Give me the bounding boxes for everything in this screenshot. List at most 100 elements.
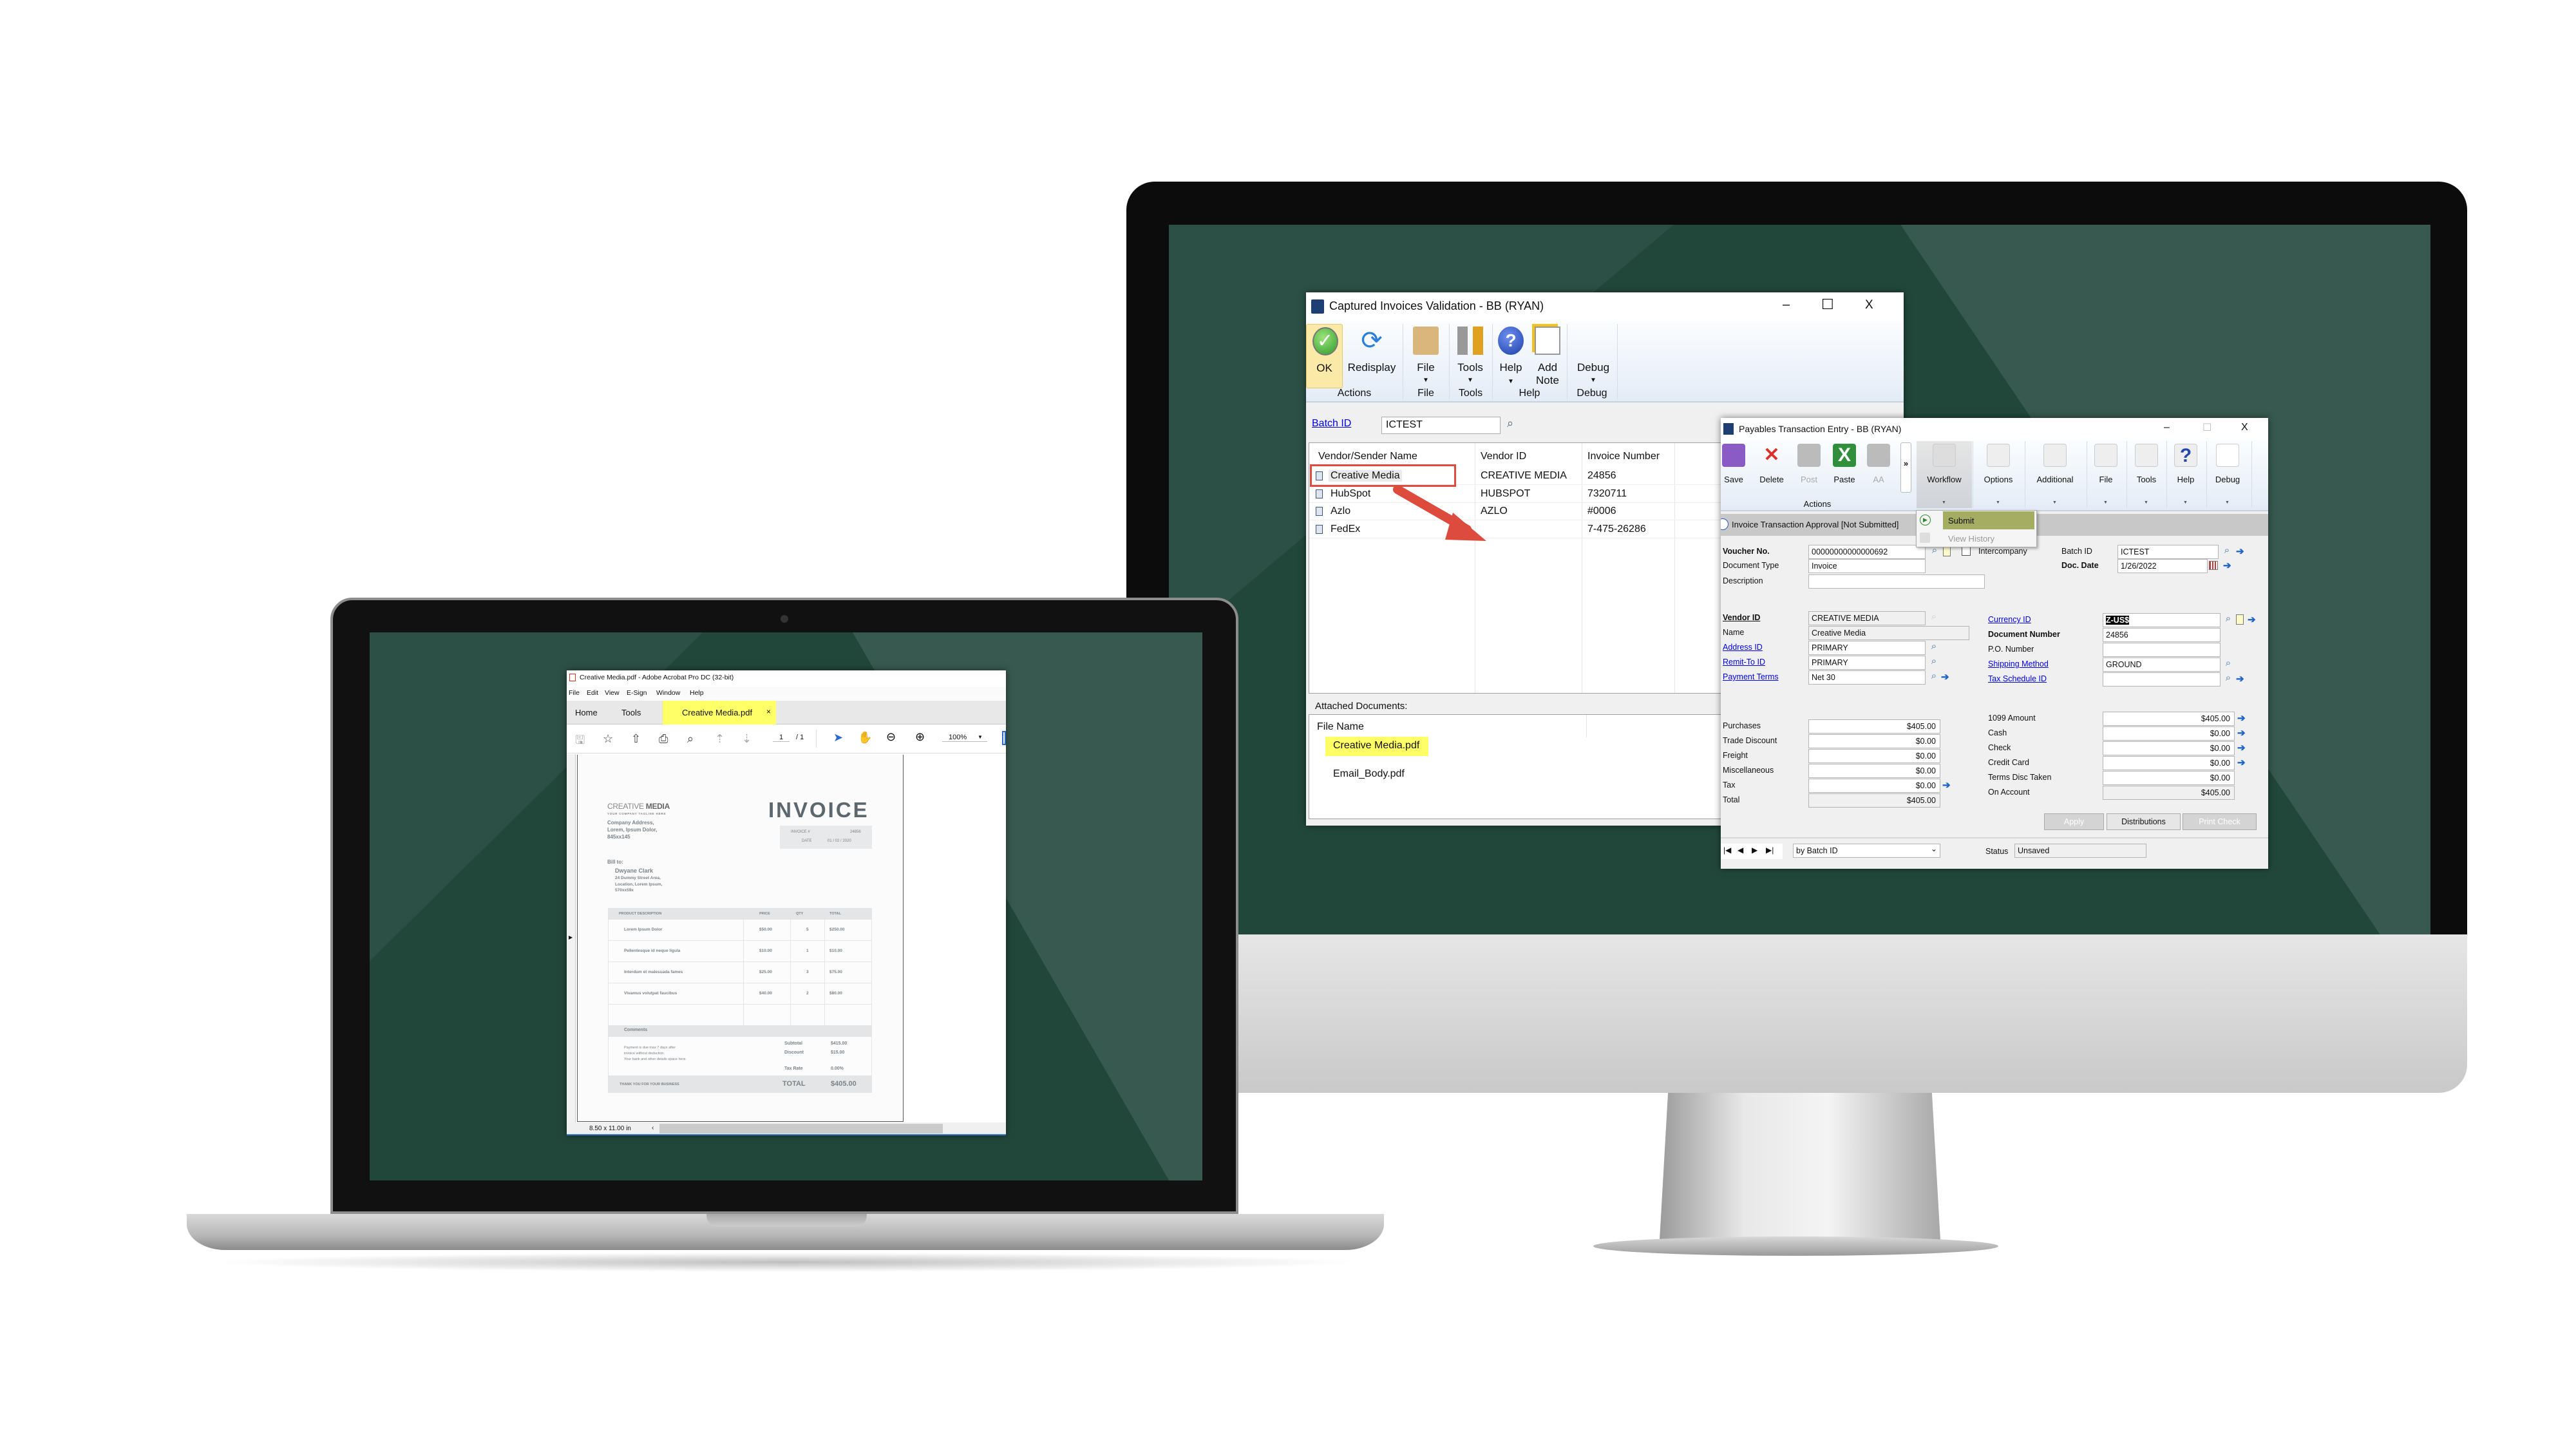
ribbon-button-ok[interactable]: ✓ OK [1306,324,1343,388]
vendor-field-remit-to-id[interactable]: PRIMARY [1808,656,1926,670]
approval-status-text[interactable]: Invoice Transaction Approval [Not Submit… [1732,520,1899,529]
amount-field[interactable]: $0.00 [2103,756,2235,770]
vendor-field-vendor-id[interactable]: CREATIVE MEDIA [1808,611,1926,625]
right-field-p-o-number[interactable] [2103,643,2221,657]
nav-button[interactable]: ▶| [1766,846,1774,855]
menu-item-view-history[interactable]: View History [1943,529,2034,547]
find-icon[interactable]: ⌕ [687,732,694,746]
ribbon-button-workflow[interactable]: Workflow ▼ [1917,441,1972,508]
grid-column-header[interactable]: Vendor/Sender Name [1318,451,1417,462]
arrow-right-icon[interactable]: ➔ [2237,727,2246,739]
ribbon-button-save[interactable]: Save [1721,441,1754,493]
minimize-button[interactable]: – [1783,298,1790,312]
arrow-right-icon[interactable]: ➔ [2236,673,2244,685]
ribbon-button-more[interactable]: » [1900,442,1911,493]
apply-button[interactable]: Apply [2044,813,2104,830]
hand-icon[interactable]: ✋ [858,731,872,744]
nav-button[interactable]: ◀ [1738,846,1743,855]
field-label[interactable]: Shipping Method [1988,659,2049,668]
ribbon-button-aa[interactable]: AA [1858,441,1899,493]
menu-window[interactable]: Window [656,689,680,697]
intercompany-checkbox[interactable] [1962,547,1971,556]
ribbon-button-debug[interactable]: Debug ▼ [2207,441,2248,508]
lookup-icon[interactable]: ⌕ [1927,641,1940,655]
arrow-right-icon[interactable]: ➔ [2248,614,2256,625]
right-field-document-number[interactable]: 24856 [2103,628,2221,642]
minimize-button[interactable]: – [2164,422,2170,433]
menu-item-submit[interactable]: Submit [1943,511,2034,529]
arrow-right-icon[interactable]: ➔ [2237,742,2246,753]
ribbon-button-redisplay[interactable]: ⟳ Redisplay [1346,324,1397,388]
page-down-icon[interactable]: ⇣ [742,732,752,746]
tab-home[interactable]: Home [575,701,601,724]
description-field[interactable] [1808,574,1985,589]
field-label[interactable]: Address ID [1723,643,1763,652]
close-button[interactable]: X [1865,298,1873,312]
batch-id-field[interactable]: ICTEST [2117,545,2219,559]
ribbon-button-tools[interactable]: Tools ▼ [2126,441,2167,508]
amount-field[interactable]: $0.00 [1808,779,1940,793]
ribbon-button-delete[interactable]: ✕ Delete [1751,441,1792,493]
amount-field[interactable]: $405.00 [1808,719,1940,734]
select-cursor-icon[interactable]: ➤ [833,731,843,744]
maximize-button[interactable]: ☐ [1821,296,1834,313]
grid-column-header[interactable]: Vendor ID [1481,451,1526,462]
menu-edit[interactable]: Edit [587,689,598,697]
amount-field[interactable]: $0.00 [2103,726,2235,741]
menu-help[interactable]: Help [690,689,704,697]
lookup-icon[interactable]: ⌕ [1927,611,1940,625]
ribbon-button-file[interactable]: File ▼ [1409,324,1443,388]
field-label[interactable]: Payment Terms [1723,672,1779,681]
voucher-number-field[interactable]: 00000000000000692 [1808,545,1926,559]
field-label[interactable]: Tax Schedule ID [1988,674,2047,683]
ribbon-button-help[interactable]: ? Help ▼ [2165,441,2206,508]
ribbon-button-help[interactable]: ? Help ▼ [1493,324,1529,388]
batch-id-link[interactable]: Batch ID [1312,418,1351,430]
lookup-icon[interactable]: ⌕ [2222,658,2235,672]
zoom-out-icon[interactable]: ⊖ [886,730,896,744]
save-icon[interactable]: 🖫 [575,732,585,752]
ribbon-button-options[interactable]: Options ▼ [1978,441,2019,508]
amount-field[interactable]: $405.00 [2103,712,2235,726]
tab-close-button[interactable]: × [766,707,771,716]
document-type-select[interactable]: Invoice [1808,559,1926,573]
cloud-upload-icon[interactable]: ⇧ [631,732,641,746]
arrow-right-icon[interactable]: ➔ [2237,712,2246,724]
arrow-right-icon[interactable]: ➔ [1941,671,1949,683]
amount-field[interactable]: $0.00 [1808,749,1940,763]
right-field-currency-id[interactable]: Z-US$ [2103,613,2221,627]
amount-field[interactable]: $0.00 [1808,764,1940,778]
zoom-in-icon[interactable]: ⊕ [915,730,925,744]
vendor-field-payment-terms[interactable]: Net 30 [1808,670,1926,685]
print-check-button[interactable]: Print Check [2183,813,2257,830]
nav-button[interactable]: |◀ [1723,846,1731,855]
field-label[interactable]: Remit-To ID [1723,658,1765,667]
amount-field[interactable]: $405.00 [1808,793,1940,808]
page-number-input[interactable]: 1 [773,734,790,742]
print-icon[interactable]: ⎙ [659,732,668,746]
batch-id-input[interactable]: ICTEST [1381,417,1501,434]
attached-file[interactable]: Email_Body.pdf [1325,765,1414,784]
sort-by-select[interactable]: by Batch ID [1793,844,1940,858]
ribbon-button-file[interactable]: File ▼ [2085,441,2126,508]
menu-e-sign[interactable]: E-Sign [627,689,647,697]
lookup-icon[interactable]: ⌕ [2222,672,2235,687]
status-field[interactable]: Unsaved [2014,844,2146,858]
maximize-button[interactable]: ☐ [2202,421,2211,434]
menu-file[interactable]: File [569,689,580,697]
amount-field[interactable]: $405.00 [2103,786,2235,800]
right-field-shipping-method[interactable]: GROUND [2103,658,2221,672]
amount-field[interactable]: $0.00 [2103,741,2235,755]
field-label[interactable]: Currency ID [1988,615,2031,624]
star-icon[interactable]: ☆ [603,732,613,746]
lookup-icon[interactable]: ⌕ [1927,656,1940,670]
tab-tools[interactable]: Tools [621,701,647,724]
ribbon-button-debug[interactable]: Debug ▼ [1570,324,1616,388]
horizontal-scrollbar[interactable] [659,1124,943,1133]
arrow-right-icon[interactable]: ➔ [2223,560,2231,571]
close-button[interactable]: X [2241,422,2248,433]
doc-date-field[interactable]: 1/26/2022 [2117,559,2208,573]
arrow-right-icon[interactable]: ➔ [1942,779,1951,791]
attached-file[interactable]: Creative Media.pdf [1325,737,1429,756]
scroll-left-icon[interactable]: ‹ [652,1124,654,1132]
